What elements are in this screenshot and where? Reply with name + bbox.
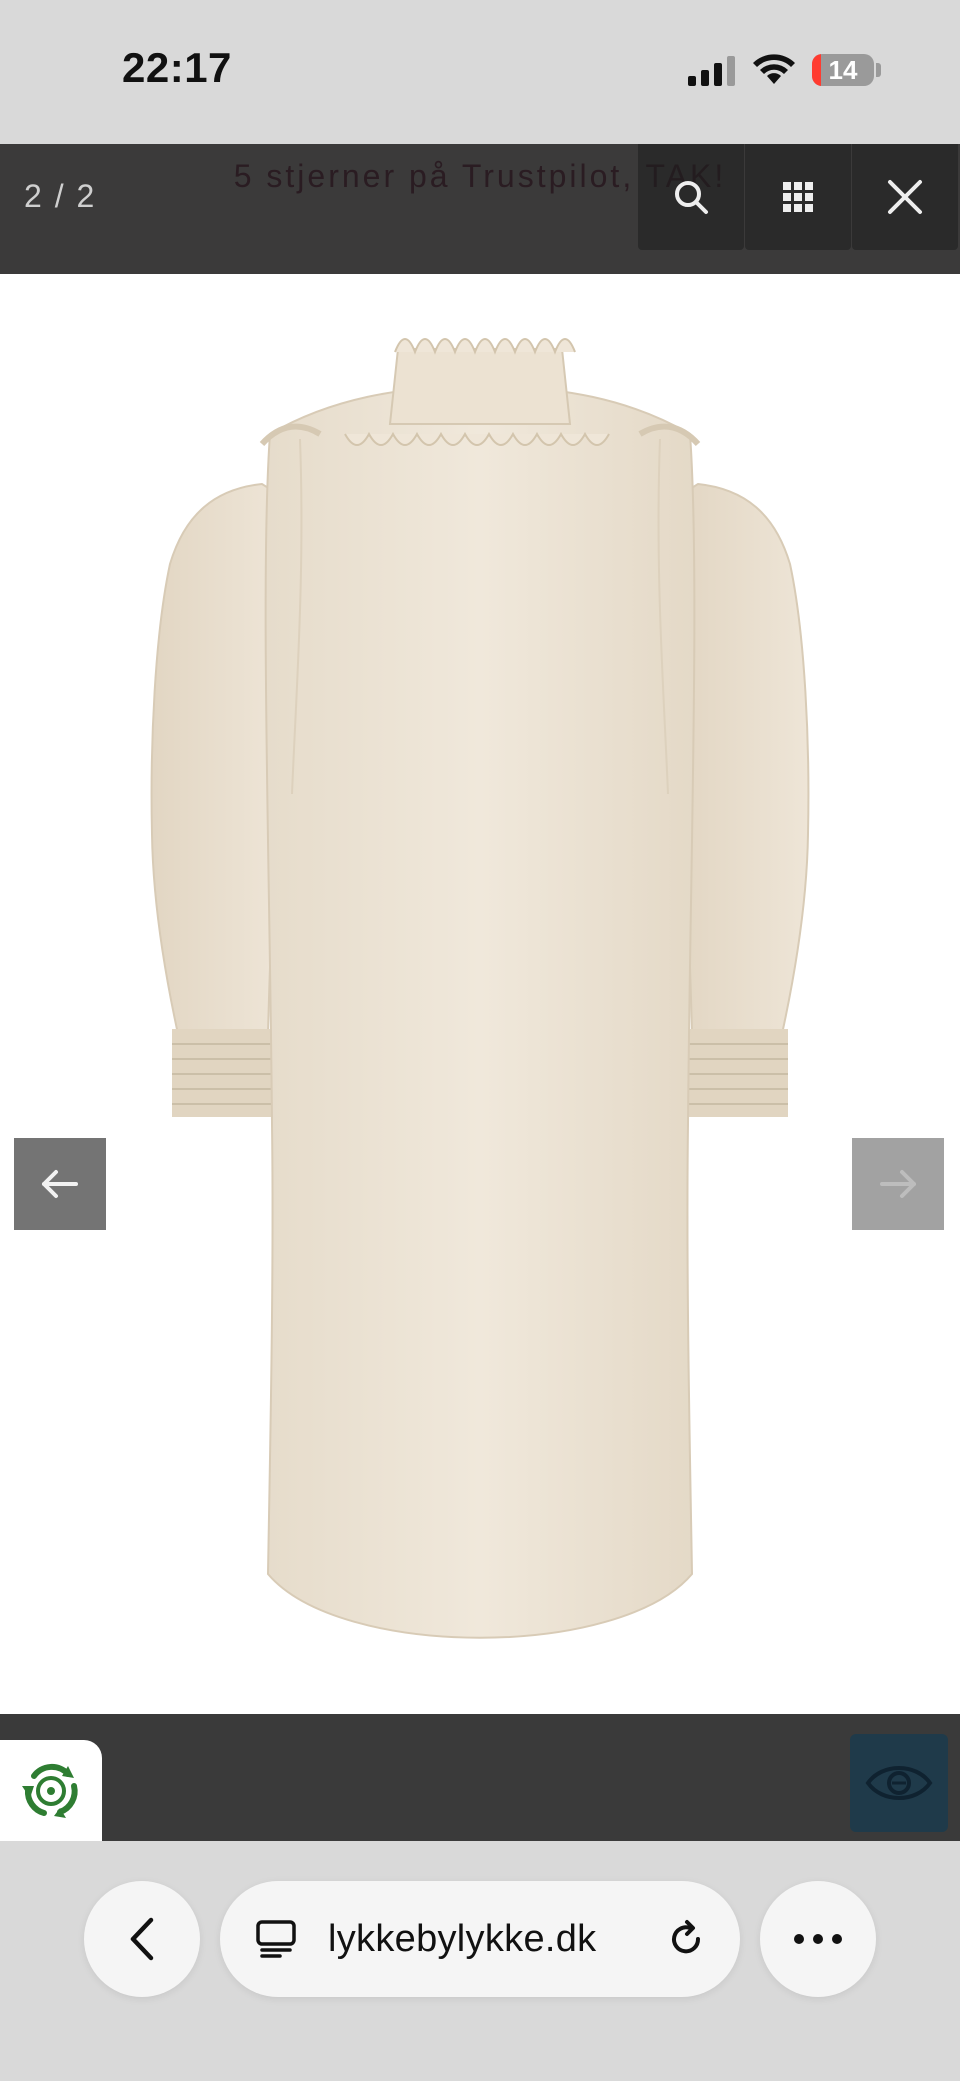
page-content: 5 stjerner på Trustpilot, TAK! 2 / 2 <box>0 144 960 1841</box>
previous-image-button[interactable] <box>14 1138 106 1230</box>
status-bar: 22:17 14 <box>0 0 960 144</box>
address-bar[interactable]: lykkebylykke.dk <box>220 1881 740 1997</box>
next-image-button[interactable] <box>852 1138 944 1230</box>
back-button[interactable] <box>84 1881 200 1997</box>
eye-icon <box>865 1766 933 1800</box>
grid-view-button[interactable] <box>745 144 851 250</box>
search-button[interactable] <box>638 144 744 250</box>
more-options-button[interactable] <box>760 1881 876 1997</box>
dress-illustration <box>150 338 810 1639</box>
image-counter: 2 / 2 <box>24 178 97 214</box>
grid-icon <box>783 182 813 212</box>
lightbox-toolbar: 5 stjerner på Trustpilot, TAK! 2 / 2 <box>0 144 960 274</box>
page-background-strip <box>0 1714 960 1841</box>
reload-icon[interactable] <box>666 1919 706 1959</box>
battery-icon: 14 <box>812 54 874 86</box>
battery-cap <box>876 63 881 77</box>
more-icon <box>794 1934 842 1944</box>
arrow-right-icon <box>880 1170 916 1198</box>
wifi-icon <box>753 54 795 84</box>
product-image[interactable] <box>0 274 960 1714</box>
cellular-signal-icon <box>688 56 735 86</box>
chevron-left-icon <box>130 1917 154 1961</box>
status-time: 22:17 <box>122 44 232 91</box>
url-text: lykkebylykke.dk <box>328 1917 597 1960</box>
close-button[interactable] <box>852 144 958 250</box>
search-icon <box>675 181 708 214</box>
close-icon <box>888 180 922 214</box>
reader-mode-icon[interactable] <box>256 1920 296 1958</box>
accessibility-badge[interactable] <box>850 1734 948 1832</box>
battery-level: 14 <box>828 55 858 85</box>
arrow-left-icon <box>42 1170 78 1198</box>
recycle-icon <box>22 1763 78 1818</box>
browser-toolbar: lykkebylykke.dk <box>0 1841 960 2081</box>
sustainability-badge[interactable] <box>0 1740 102 1841</box>
